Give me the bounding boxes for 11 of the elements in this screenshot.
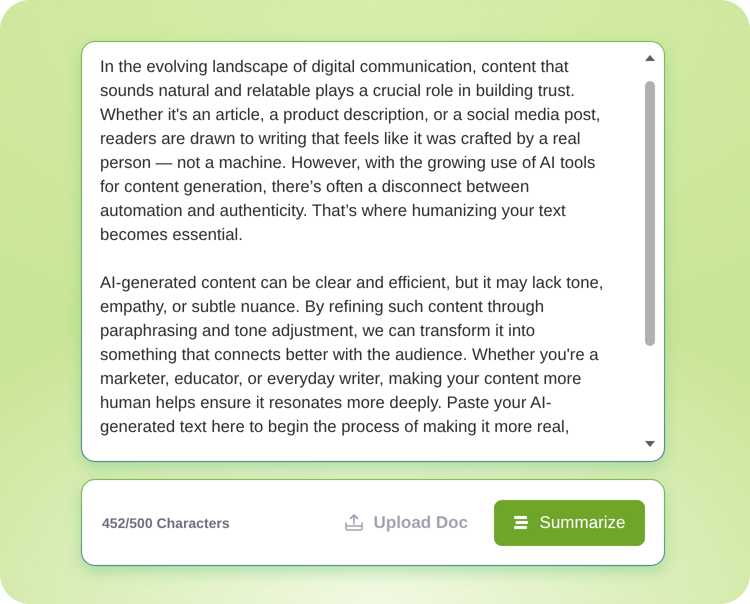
text-paragraph: In the evolving landscape of digital communication, content that sounds natural and relatable plays a crucial role in building trust. Whether it's an article, a product description, or a social media post, readers are drawn to writing that feels like it was crafted by a real person — not a machine. However, with the growing use of AI tools for content generation, there’s often a disconnect between automation and authenticity. That’s where humanizing your text becomes essential. xyxy=(100,56,602,246)
scroll-up-icon[interactable] xyxy=(645,55,655,61)
text-input-field[interactable] xyxy=(81,41,665,462)
summary-lines-icon xyxy=(514,516,528,529)
character-count: 452/500 Characters xyxy=(102,514,230,530)
summarize-button[interactable]: Summarize xyxy=(494,500,645,546)
upload-icon xyxy=(344,514,363,531)
upload-doc-button[interactable]: Upload Doc xyxy=(342,508,470,536)
text-paragraph: AI-generated content can be clear and efficient, but it may lack tone, empathy, or subtle nuance. By refining such content through paraphrasing and tone adjustment, we can transform it into something that connects better with the audience. Whether you're a marketer, educator, or everyday writer, making your content more human helps ensure it resonates more deeply. Paste your AI-generated text here to begin the process of making it more real, xyxy=(100,272,604,438)
scrollbar-thumb[interactable] xyxy=(645,81,655,346)
scroll-down-icon[interactable] xyxy=(645,441,655,447)
